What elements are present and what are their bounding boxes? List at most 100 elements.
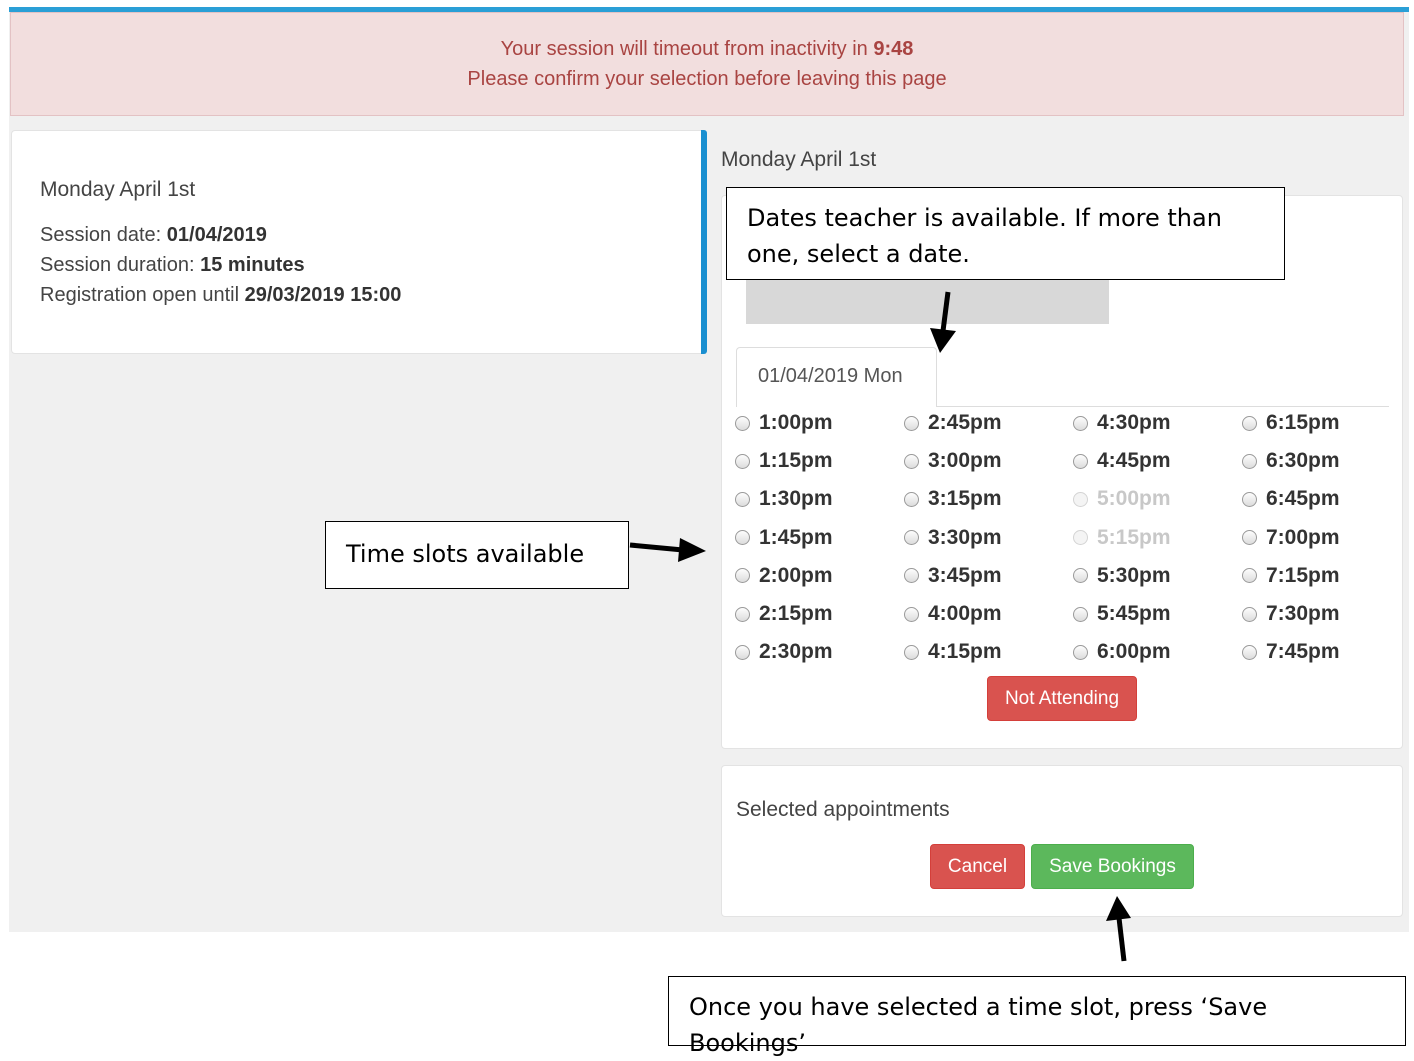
radio-button[interactable] xyxy=(1073,644,1088,660)
time-slot-label: 4:00pm xyxy=(928,602,1002,625)
radio-button[interactable] xyxy=(904,568,919,584)
time-slot-label: 5:00pm xyxy=(1097,487,1171,511)
radio-button[interactable] xyxy=(735,568,750,584)
radio-button[interactable] xyxy=(904,415,919,431)
time-slot-label: 6:45pm xyxy=(1266,487,1340,511)
session-duration-value: 15 minutes xyxy=(200,254,305,276)
time-slot-option[interactable]: 2:15pm xyxy=(735,598,833,630)
session-info-card: Monday April 1st Session date: 01/04/201… xyxy=(11,130,707,354)
radio-button xyxy=(1073,491,1088,507)
time-slot-option[interactable]: 7:45pm xyxy=(1242,636,1340,668)
radio-button[interactable] xyxy=(1242,453,1257,469)
timeout-countdown: 9:48 xyxy=(873,38,914,60)
time-slot-label: 4:15pm xyxy=(928,640,1002,664)
time-slot-option[interactable]: 1:30pm xyxy=(735,483,833,515)
time-slot-option: 5:00pm xyxy=(1073,483,1171,515)
time-slot-option[interactable]: 3:45pm xyxy=(904,560,1002,592)
not-attending-button[interactable]: Not Attending xyxy=(987,676,1137,721)
time-slot-option[interactable]: 6:45pm xyxy=(1242,483,1340,515)
radio-button[interactable] xyxy=(1242,568,1257,584)
time-slot-label: 2:30pm xyxy=(759,640,833,664)
time-slot-option[interactable]: 6:00pm xyxy=(1073,636,1171,668)
time-slot-label: 5:15pm xyxy=(1097,525,1171,549)
time-slot-option[interactable]: 3:15pm xyxy=(904,483,1002,515)
radio-button[interactable] xyxy=(904,644,919,660)
time-slot-label: 5:30pm xyxy=(1097,563,1171,587)
time-slot-option[interactable]: 7:00pm xyxy=(1242,522,1340,554)
time-slot-option[interactable]: 2:00pm xyxy=(735,560,833,592)
save-bookings-callout: Once you have selected a time slot, pres… xyxy=(668,976,1406,1057)
time-slots-callout: Time slots available xyxy=(325,521,629,589)
radio-button[interactable] xyxy=(1242,415,1257,431)
radio-button[interactable] xyxy=(735,415,750,431)
registration-label: Registration open until xyxy=(40,284,240,306)
time-slot-option[interactable]: 4:15pm xyxy=(904,636,1002,668)
time-slot-option[interactable]: 4:45pm xyxy=(1073,445,1171,477)
time-slot-option[interactable]: 7:30pm xyxy=(1242,598,1340,630)
selected-appointments-title: Selected appointments xyxy=(736,798,950,821)
session-duration-label: Session duration: xyxy=(40,254,195,276)
time-slot-option[interactable]: 4:30pm xyxy=(1073,407,1171,439)
radio-button[interactable] xyxy=(735,453,750,469)
radio-button[interactable] xyxy=(1073,415,1088,431)
session-date-label: Session date: xyxy=(40,224,162,246)
radio-button[interactable] xyxy=(904,530,919,546)
time-slot-label: 7:30pm xyxy=(1266,602,1340,625)
time-slot-option[interactable]: 6:15pm xyxy=(1242,407,1340,439)
date-selector-placeholder xyxy=(746,280,1109,324)
session-timeout-alert: Your session will timeout from inactivit… xyxy=(10,12,1404,116)
time-slot-label: 5:45pm xyxy=(1097,602,1171,625)
time-slot-label: 1:00pm xyxy=(759,411,833,434)
time-slot-option[interactable]: 1:00pm xyxy=(735,407,833,439)
session-date-line: Session date: 01/04/2019 xyxy=(40,224,267,247)
tab-date-01-04-2019[interactable]: 01/04/2019 Mon xyxy=(736,347,937,407)
dates-callout: Dates teacher is available. If more than… xyxy=(726,187,1285,280)
time-slot-label: 4:30pm xyxy=(1097,411,1171,434)
cancel-button[interactable]: Cancel xyxy=(930,844,1025,889)
time-slot-option[interactable]: 1:45pm xyxy=(735,522,833,554)
time-slot-label: 6:30pm xyxy=(1266,449,1340,473)
time-slot-label: 2:00pm xyxy=(759,563,833,587)
time-slot-option: 5:15pm xyxy=(1073,522,1171,554)
time-slot-option[interactable]: 2:30pm xyxy=(735,636,833,668)
time-slot-grid: 1:00pm 1:15pm 1:30pm 1:45pm 2:00pm 2:15pm 2:30… xyxy=(735,404,1395,674)
time-slot-option[interactable]: 7:15pm xyxy=(1242,560,1340,592)
time-slot-label: 7:00pm xyxy=(1266,525,1340,549)
time-slot-option[interactable]: 1:15pm xyxy=(735,445,833,477)
session-duration-line: Session duration: 15 minutes xyxy=(40,254,305,277)
registration-line: Registration open until 29/03/2019 15:00 xyxy=(40,284,401,307)
radio-button[interactable] xyxy=(1242,530,1257,546)
time-slot-label: 3:00pm xyxy=(928,449,1002,473)
time-slot-option[interactable]: 3:30pm xyxy=(904,522,1002,554)
time-slot-option[interactable]: 5:45pm xyxy=(1073,598,1171,630)
radio-button[interactable] xyxy=(1242,606,1257,622)
time-slot-option[interactable]: 4:00pm xyxy=(904,598,1002,630)
radio-button[interactable] xyxy=(735,530,750,546)
radio-button[interactable] xyxy=(904,606,919,622)
time-slot-label: 6:15pm xyxy=(1266,411,1340,434)
radio-button[interactable] xyxy=(1073,453,1088,469)
radio-button[interactable] xyxy=(1242,644,1257,660)
radio-button[interactable] xyxy=(735,644,750,660)
radio-button[interactable] xyxy=(735,606,750,622)
radio-button[interactable] xyxy=(1242,491,1257,507)
radio-button[interactable] xyxy=(1073,568,1088,584)
time-slot-label: 2:15pm xyxy=(759,602,833,625)
time-slot-option[interactable]: 3:00pm xyxy=(904,445,1002,477)
time-slot-label: 3:30pm xyxy=(928,525,1002,549)
time-slot-option[interactable]: 5:30pm xyxy=(1073,560,1171,592)
time-slot-label: 7:15pm xyxy=(1266,563,1340,587)
time-slot-label: 1:30pm xyxy=(759,487,833,511)
time-slot-option[interactable]: 2:45pm xyxy=(904,407,1002,439)
save-bookings-button[interactable]: Save Bookings xyxy=(1031,844,1194,889)
radio-button[interactable] xyxy=(735,491,750,507)
timeout-text: Your session will timeout from inactivit… xyxy=(500,38,868,60)
radio-button[interactable] xyxy=(1073,606,1088,622)
radio-button[interactable] xyxy=(904,453,919,469)
time-slot-label: 3:45pm xyxy=(928,563,1002,587)
radio-button[interactable] xyxy=(904,491,919,507)
session-title: Monday April 1st xyxy=(40,178,196,201)
time-slot-label: 1:45pm xyxy=(759,525,833,549)
card-accent xyxy=(701,130,707,354)
time-slot-option[interactable]: 6:30pm xyxy=(1242,445,1340,477)
